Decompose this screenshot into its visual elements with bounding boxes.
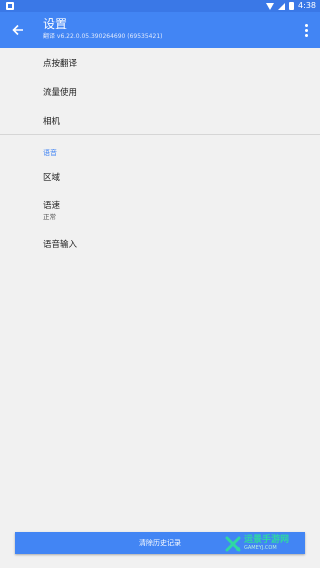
page-title: 设置 — [43, 17, 68, 31]
back-button[interactable] — [8, 20, 28, 40]
settings-item-tap-to-translate[interactable]: 点按翻译 — [43, 57, 77, 69]
app-bar: 设置 翻译 v6.22.0.05.390264690 (69535421) — [0, 12, 320, 48]
watermark: 运景手游网 GAMEYJ.COM — [225, 533, 307, 555]
more-vert-icon — [304, 23, 308, 27]
clear-history-label: 清除历史记录 — [139, 539, 181, 547]
wifi-icon — [266, 2, 275, 10]
watermark-logo-icon — [225, 536, 241, 552]
settings-item-camera[interactable]: 相机 — [43, 115, 60, 127]
status-time: 4:38 — [298, 1, 316, 10]
status-icons: 4:38 — [266, 1, 316, 11]
settings-item-voice-input[interactable]: 语音输入 — [43, 238, 77, 250]
section-divider — [0, 134, 320, 135]
signal-icon — [278, 2, 286, 10]
version-subtitle: 翻译 v6.22.0.05.390264690 (69535421) — [43, 33, 163, 40]
watermark-main-text: 运景手游网 — [244, 535, 290, 545]
arrow-left-icon — [12, 24, 23, 36]
watermark-sub-text: GAMEYJ.COM — [244, 545, 277, 551]
settings-item-speech-rate[interactable]: 语速 — [43, 199, 60, 211]
settings-item-region[interactable]: 区域 — [43, 171, 60, 183]
more-options-button[interactable] — [300, 20, 312, 40]
notification-icon — [6, 2, 14, 10]
section-header-voice: 语音 — [43, 149, 57, 157]
speech-rate-value: 正常 — [43, 213, 56, 221]
battery-icon — [289, 2, 295, 10]
status-bar: 4:38 — [0, 0, 320, 12]
settings-item-data-usage[interactable]: 流量使用 — [43, 86, 77, 98]
